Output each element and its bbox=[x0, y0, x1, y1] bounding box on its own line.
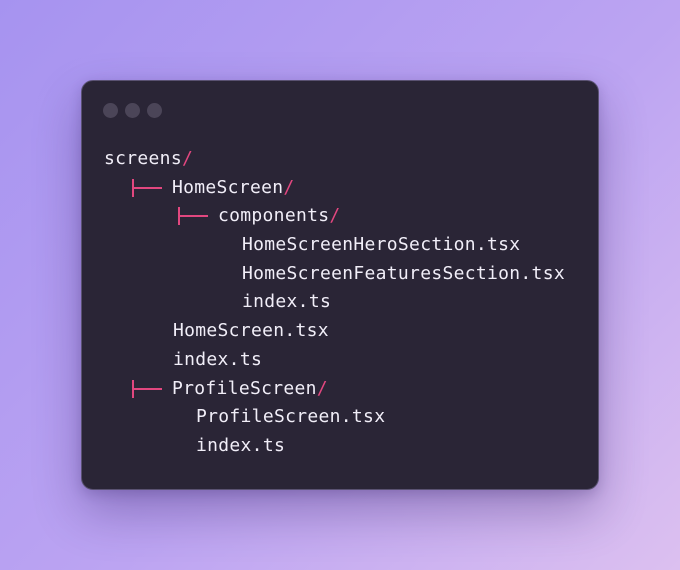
file-name: index.ts bbox=[173, 348, 263, 370]
tree-item-features-section-file[interactable]: HomeScreenFeaturesSection.tsx bbox=[104, 260, 565, 289]
folder-name: screens bbox=[104, 148, 182, 169]
folder-separator: / bbox=[316, 377, 328, 399]
tree-item-home-screen-folder[interactable]: HomeScreen/ bbox=[104, 174, 565, 203]
file-name: index.ts bbox=[196, 434, 286, 456]
tree-item-home-index-file[interactable]: index.ts bbox=[104, 346, 565, 375]
file-name: HomeScreen.tsx bbox=[173, 320, 329, 342]
tree-branch-icon bbox=[132, 174, 162, 203]
folder-separator: / bbox=[181, 148, 194, 169]
window-controls bbox=[103, 103, 162, 118]
tree-item-home-screen-file[interactable]: HomeScreen.tsx bbox=[104, 317, 565, 346]
file-name: HomeScreenFeaturesSection.tsx bbox=[242, 262, 565, 284]
close-dot[interactable] bbox=[103, 103, 118, 118]
tree-branch-icon bbox=[178, 202, 208, 231]
file-tree: screens/ HomeScreen/ components/ HomeScr… bbox=[104, 145, 565, 461]
minimize-dot[interactable] bbox=[125, 103, 140, 118]
code-window: screens/ HomeScreen/ components/ HomeScr… bbox=[81, 80, 599, 490]
folder-separator: / bbox=[283, 176, 295, 198]
folder-separator: / bbox=[329, 205, 341, 227]
folder-name: components bbox=[218, 205, 330, 227]
file-name: ProfileScreen.tsx bbox=[196, 406, 386, 428]
tree-item-screens[interactable]: screens/ bbox=[104, 145, 565, 174]
maximize-dot[interactable] bbox=[147, 103, 162, 118]
tree-item-profile-screen-file[interactable]: ProfileScreen.tsx bbox=[104, 403, 565, 432]
file-name: HomeScreenHeroSection.tsx bbox=[242, 234, 521, 256]
tree-item-components-folder[interactable]: components/ bbox=[104, 202, 565, 231]
tree-item-profile-screen-folder[interactable]: ProfileScreen/ bbox=[104, 375, 565, 404]
file-name: index.ts bbox=[242, 291, 332, 313]
tree-item-profile-index-file[interactable]: index.ts bbox=[104, 432, 565, 461]
folder-name: HomeScreen bbox=[172, 176, 284, 198]
folder-name: ProfileScreen bbox=[172, 377, 317, 399]
tree-branch-icon bbox=[132, 375, 162, 404]
tree-item-components-index-file[interactable]: index.ts bbox=[104, 288, 565, 317]
tree-item-hero-section-file[interactable]: HomeScreenHeroSection.tsx bbox=[104, 231, 565, 260]
